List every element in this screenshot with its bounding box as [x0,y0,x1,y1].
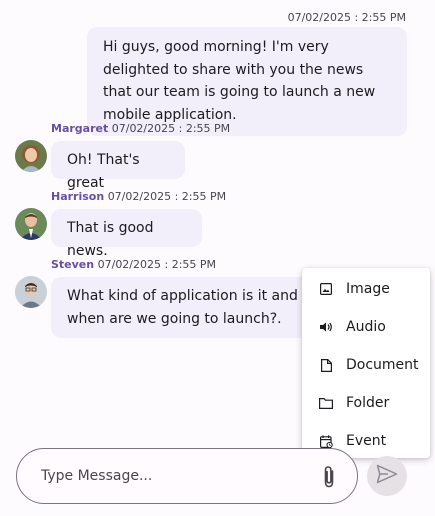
message-header: Harrison 07/02/2025 : 2:55 PM [51,190,226,203]
message-timestamp: 07/02/2025 : 2:55 PM [107,190,227,203]
attachment-menu: Image Audio Document Folder Event [302,268,430,458]
image-icon [319,282,333,296]
menu-item-label: Document [346,357,419,373]
message-composer [16,448,358,504]
menu-item-label: Audio [346,319,386,335]
message-text: That is good news. [67,220,154,259]
avatar-man-glasses-icon [15,276,47,308]
document-icon [319,358,333,372]
folder-icon [319,396,333,410]
message-timestamp: 07/02/2025 : 2:55 PM [111,122,231,135]
menu-item-folder[interactable]: Folder [302,384,430,422]
own-message-text: Hi guys, good morning! I'm very delighte… [103,39,376,123]
message-header: Steven 07/02/2025 : 2:55 PM [51,258,216,271]
event-icon [319,434,333,448]
message-timestamp: 07/02/2025 : 2:55 PM [97,258,217,271]
own-message-bubble: Hi guys, good morning! I'm very delighte… [87,27,407,136]
send-button[interactable] [367,456,407,496]
menu-item-image[interactable]: Image [302,270,430,308]
paperclip-icon[interactable] [317,464,341,490]
author-name: Harrison [51,190,105,203]
audio-icon [319,320,333,334]
message-text: What kind of application is it and when … [67,288,298,327]
author-name: Steven [51,258,95,271]
own-message-timestamp: 07/02/2025 : 2:55 PM [287,11,406,24]
message-text: Oh! That's great [67,152,140,191]
menu-item-label: Event [346,433,387,449]
menu-item-label: Image [346,281,390,297]
author-name: Margaret [51,122,109,135]
avatar-woman-icon [15,140,47,172]
chat-view: 07/02/2025 : 2:55 PM Hi guys, good morni… [0,0,435,516]
menu-item-document[interactable]: Document [302,346,430,384]
message-bubble: Oh! That's great [51,141,185,191]
menu-item-audio[interactable]: Audio [302,308,430,346]
message-header: Margaret 07/02/2025 : 2:55 PM [51,122,230,135]
avatar-man-suit-icon [15,208,47,240]
message-input[interactable] [41,465,301,487]
message-bubble: That is good news. [51,209,202,259]
menu-item-label: Folder [346,395,390,411]
send-icon [376,464,398,488]
